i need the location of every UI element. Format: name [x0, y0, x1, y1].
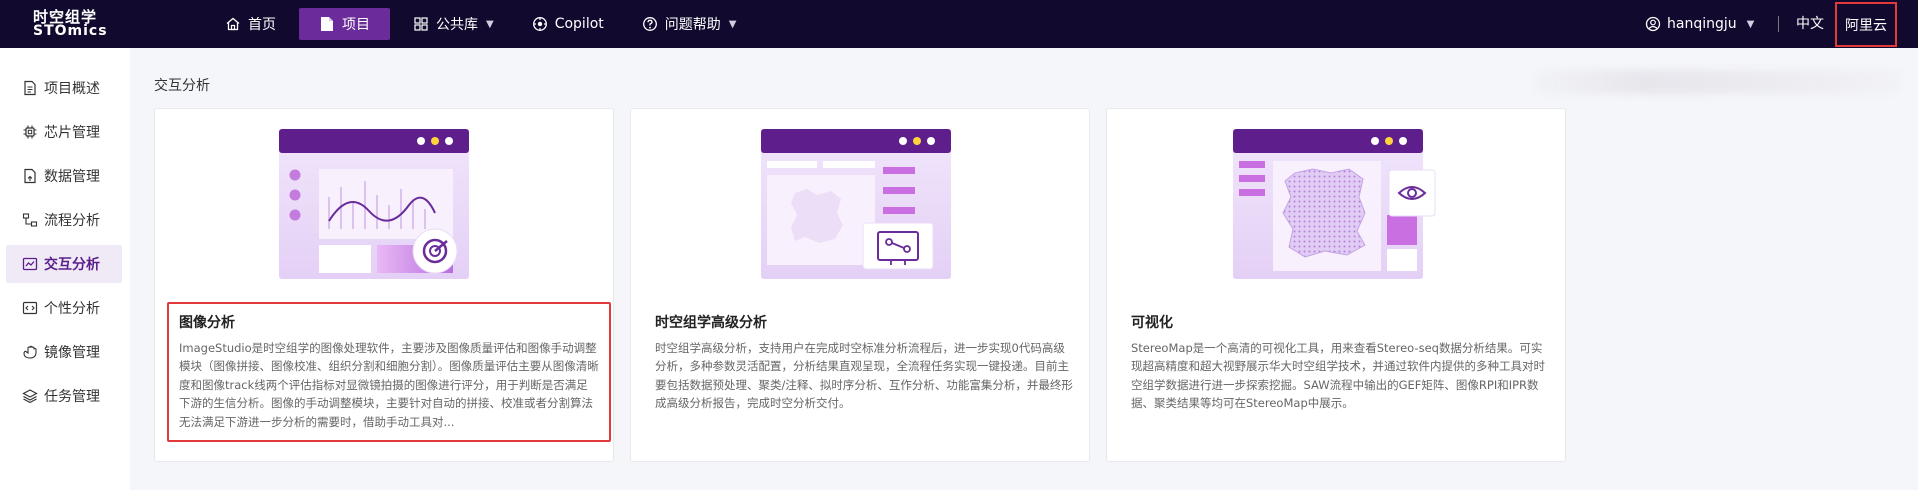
nav-item-project[interactable]: 项目 — [299, 8, 390, 40]
card-description: StereoMap是一个高清的可视化工具，用来查看Stereo-seq数据分析结… — [1131, 341, 1545, 411]
home-icon — [225, 16, 241, 32]
redacted-region — [1535, 70, 1900, 94]
logo-line2: STOmics — [33, 23, 108, 39]
hand-icon — [22, 344, 38, 360]
card-visualization[interactable]: 可视化 StereoMap是一个高清的可视化工具，用来查看Stereo-seq数… — [1106, 108, 1566, 462]
sidebar-item-label: 个性分析 — [44, 301, 100, 317]
chevron-down-icon: ▼ — [486, 18, 494, 30]
nav-label: 项目 — [342, 17, 370, 33]
nav-item-home[interactable]: 首页 — [210, 8, 291, 40]
chevron-down-icon: ▼ — [728, 18, 737, 30]
card-description: ImageStudio是时空组学的图像处理软件，主要涉及图像质量评估和图像手动调… — [179, 341, 599, 429]
sidebar-item-tasks[interactable]: 任务管理 — [6, 377, 122, 415]
sidebar-item-data[interactable]: 数据管理 — [6, 157, 122, 195]
logo[interactable]: 时空组学 STOmics — [33, 8, 108, 39]
main-nav: 首页 项目 公共库 ▼ Copilot 问题帮助 ▼ — [210, 0, 759, 48]
data-file-icon — [22, 168, 38, 184]
flow-icon — [22, 212, 38, 228]
sidebar-item-label: 数据管理 — [44, 169, 100, 185]
top-bar: 时空组学 STOmics 首页 项目 公共库 ▼ Copilot 问题帮助 ▼ … — [0, 0, 1918, 48]
user-icon — [1645, 16, 1661, 32]
card-description: 时空组学高级分析，支持用户在完成时空标准分析流程后，进一步实现0代码高级分析，多… — [655, 341, 1073, 411]
chevron-down-icon: ▼ — [1746, 18, 1755, 30]
sidebar-item-overview[interactable]: 项目概述 — [6, 69, 122, 107]
sidebar-item-pipeline[interactable]: 流程分析 — [6, 201, 122, 239]
card-title: 图像分析 — [179, 315, 235, 331]
visualization-illustration — [1233, 129, 1436, 279]
sidebar-item-label: 镜像管理 — [44, 345, 100, 361]
file-icon — [319, 16, 335, 32]
doc-icon — [22, 80, 38, 96]
sidebar-item-label: 项目概述 — [44, 81, 100, 97]
grid-icon — [413, 16, 429, 32]
sidebar-item-chip[interactable]: 芯片管理 — [6, 113, 122, 151]
sidebar-item-interactive-analysis[interactable]: 交互分析 — [6, 245, 122, 283]
language-switch[interactable]: 中文 — [1796, 0, 1824, 48]
nav-item-public-library[interactable]: 公共库 ▼ — [398, 8, 509, 40]
chip-icon — [22, 124, 38, 140]
section-title: 交互分析 — [154, 78, 210, 94]
sidebar: 项目概述 芯片管理 数据管理 流程分析 交互分析 个性分析 镜像管理 任务管理 — [0, 48, 130, 490]
card-title: 时空组学高级分析 — [655, 315, 767, 331]
image-analysis-illustration — [279, 129, 469, 279]
cloud-provider-button[interactable]: 阿里云 — [1835, 2, 1897, 47]
divider — [1778, 16, 1779, 32]
layers-icon — [22, 388, 38, 404]
cloud-provider-label: 阿里云 — [1845, 17, 1887, 34]
sidebar-item-label: 芯片管理 — [44, 125, 100, 141]
sidebar-item-label: 任务管理 — [44, 389, 100, 405]
card-title: 可视化 — [1131, 315, 1173, 331]
nav-label: 公共库 — [436, 17, 478, 33]
user-name: hanqingju — [1667, 16, 1737, 32]
sidebar-item-custom-analysis[interactable]: 个性分析 — [6, 289, 122, 327]
sidebar-item-label: 流程分析 — [44, 213, 100, 229]
sidebar-item-image-management[interactable]: 镜像管理 — [6, 333, 122, 371]
help-icon — [642, 16, 658, 32]
advanced-analysis-illustration — [761, 129, 951, 279]
nav-item-help[interactable]: 问题帮助 ▼ — [627, 8, 752, 40]
card-advanced-analysis[interactable]: 时空组学高级分析 时空组学高级分析，支持用户在完成时空标准分析流程后，进一步实现… — [630, 108, 1090, 462]
nav-label: Copilot — [554, 16, 604, 32]
card-image-analysis[interactable]: 图像分析 ImageStudio是时空组学的图像处理软件，主要涉及图像质量评估和… — [154, 108, 614, 462]
code-icon — [22, 300, 38, 316]
nav-label: 问题帮助 — [664, 17, 721, 33]
user-menu[interactable]: hanqingju ▼ — [1645, 0, 1754, 48]
copilot-icon — [532, 16, 548, 32]
nav-label: 首页 — [248, 17, 276, 33]
sidebar-item-label: 交互分析 — [44, 257, 100, 273]
chart-window-icon — [22, 256, 38, 272]
nav-item-copilot[interactable]: Copilot — [517, 8, 619, 40]
logo-line1: 时空组学 — [33, 8, 98, 26]
